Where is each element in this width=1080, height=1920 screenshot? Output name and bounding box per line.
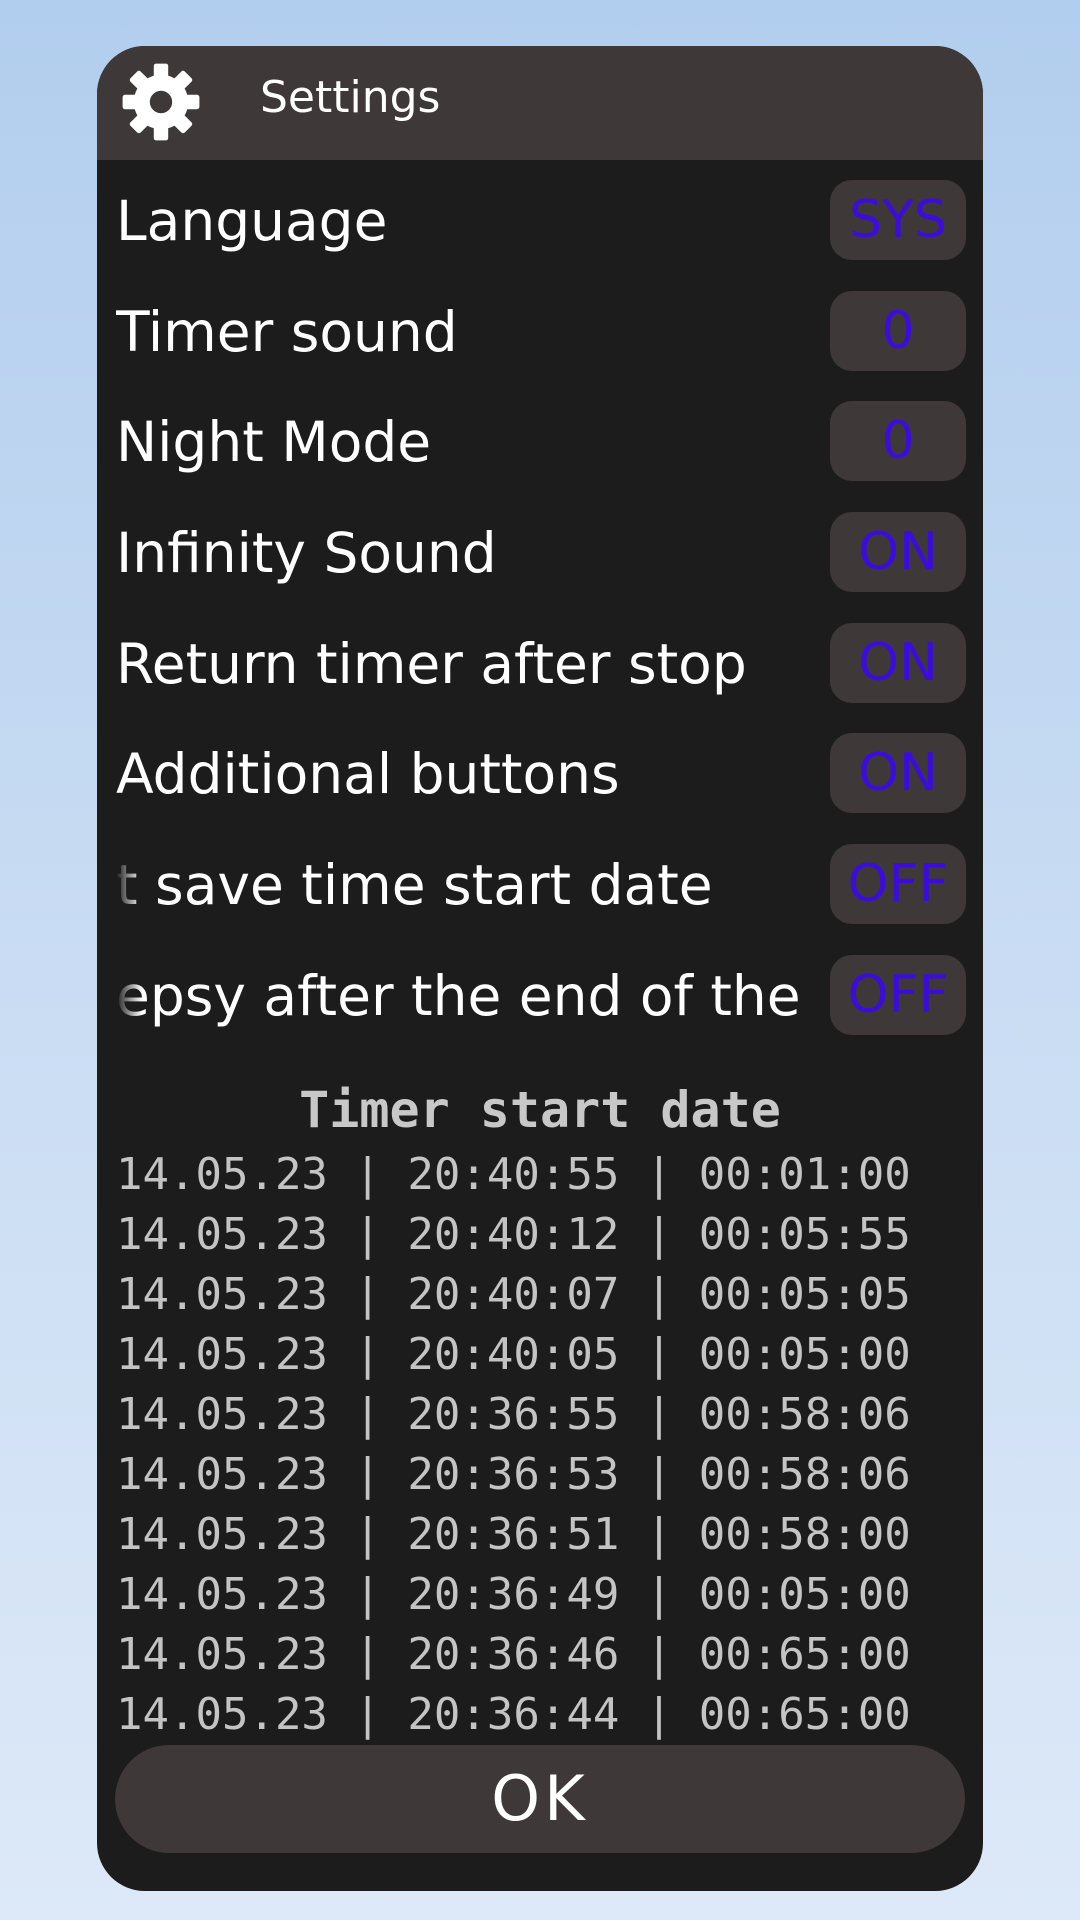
additional-buttons-toggle[interactable]: ON (830, 733, 966, 814)
setting-row-language: Language SYS (97, 180, 983, 291)
dialog-title: Settings (260, 72, 441, 123)
history-row: 14.05.23 | 20:40:55 | 00:01:00 (116, 1149, 911, 1200)
gear-icon (122, 63, 200, 141)
history-row: 14.05.23 | 20:36:51 | 00:58:00 (116, 1509, 911, 1560)
settings-dialog: Settings Language SYS Timer sound 0 Nigh… (97, 46, 983, 1891)
setting-row-save-start-date: t save time start date OFF (97, 844, 983, 955)
setting-label: Night Mode (116, 410, 432, 475)
ok-button[interactable]: OK (115, 1745, 965, 1853)
setting-row-sleep-after-end: epsy after the end of the OFF (97, 954, 983, 1066)
setting-label: epsy after the end of the (116, 954, 836, 1037)
history-row: 14.05.23 | 20:40:05 | 00:05:00 (116, 1329, 911, 1380)
night-mode-toggle[interactable]: 0 (830, 401, 966, 482)
history-row: 14.05.23 | 20:36:55 | 00:58:06 (116, 1389, 911, 1440)
setting-row-return-timer: Return timer after stop ON (97, 622, 983, 734)
setting-label: t save time start date (116, 844, 836, 927)
history-row: 14.05.23 | 20:36:44 | 00:65:00 (116, 1689, 911, 1740)
setting-label: Infinity Sound (116, 521, 497, 586)
setting-label: Additional buttons (116, 742, 620, 807)
dialog-header: Settings (97, 46, 983, 160)
history-row: 14.05.23 | 20:36:53 | 00:58:06 (116, 1449, 911, 1500)
setting-label: Return timer after stop (116, 631, 747, 696)
history-row: 14.05.23 | 20:36:49 | 00:05:00 (116, 1569, 911, 1620)
setting-label: Timer sound (116, 299, 458, 364)
history-list[interactable]: 14.05.23 | 20:40:55 | 00:01:00 14.05.23 … (116, 1145, 966, 1789)
history-row: 14.05.23 | 20:36:46 | 00:65:00 (116, 1629, 911, 1680)
history-title: Timer start date (299, 1081, 781, 1139)
sleep-after-end-toggle[interactable]: OFF (830, 954, 966, 1035)
save-start-date-toggle[interactable]: OFF (830, 844, 966, 925)
infinity-sound-toggle[interactable]: ON (830, 512, 966, 593)
setting-row-night-mode: Night Mode 0 (97, 401, 983, 512)
setting-label: Language (116, 189, 388, 253)
timer-sound-toggle[interactable]: 0 (830, 290, 966, 371)
settings-list: Language SYS Timer sound 0 Night Mode 0 … (97, 180, 983, 1066)
setting-row-infinity-sound: Infinity Sound ON (97, 512, 983, 623)
language-toggle[interactable]: SYS (830, 180, 966, 260)
history-row: 14.05.23 | 20:40:07 | 00:05:05 (116, 1269, 911, 1320)
return-timer-toggle[interactable]: ON (830, 622, 966, 703)
setting-row-timer-sound: Timer sound 0 (97, 290, 983, 402)
setting-row-additional-buttons: Additional buttons ON (97, 733, 983, 844)
history-row: 14.05.23 | 20:40:12 | 00:05:55 (116, 1209, 911, 1260)
